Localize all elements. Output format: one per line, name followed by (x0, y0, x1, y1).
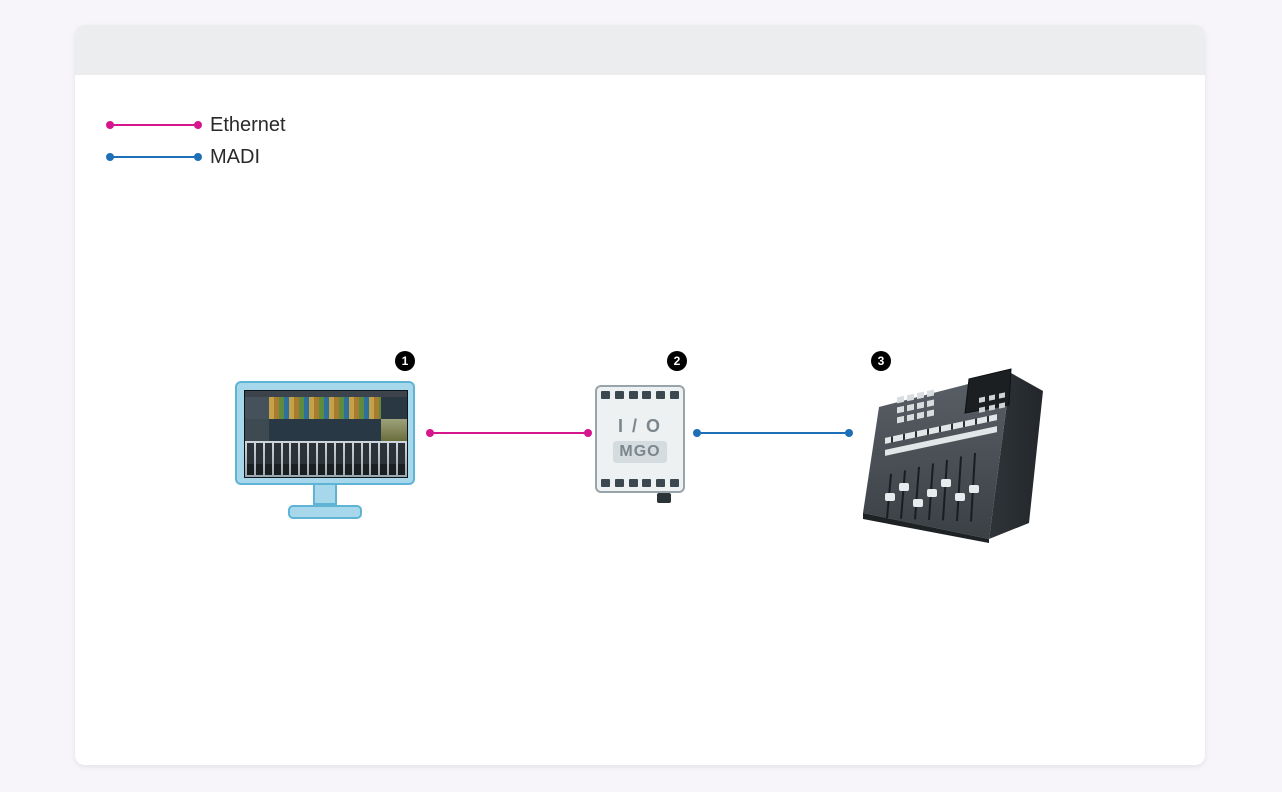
connection-dot (693, 429, 701, 437)
io-line-2: MGO (613, 441, 666, 463)
console-icon (861, 343, 1051, 543)
node-io-interface: I / O MGO (595, 385, 685, 501)
diagram-card: Ethernet MADI 1 (75, 25, 1205, 765)
connection-dot (426, 429, 434, 437)
connection-ethernet (430, 432, 588, 434)
io-frame: I / O MGO (595, 385, 685, 493)
node-monitor-workstation (235, 381, 415, 529)
monitor-screen (244, 390, 408, 478)
monitor-bezel (235, 381, 415, 485)
io-ports-top (601, 391, 679, 399)
monitor-stand-neck (313, 485, 337, 505)
connection-dot (584, 429, 592, 437)
connection-madi (697, 432, 849, 434)
io-connector (657, 493, 671, 503)
monitor-stand-base (288, 505, 362, 519)
connection-dot (845, 429, 853, 437)
io-line-1: I / O (618, 416, 662, 437)
diagram-canvas: 1 (75, 25, 1205, 765)
node-badge-2: 2 (667, 351, 687, 371)
node-mixing-console (861, 343, 1051, 543)
node-badge-1: 1 (395, 351, 415, 371)
io-ports-bottom (601, 479, 679, 487)
